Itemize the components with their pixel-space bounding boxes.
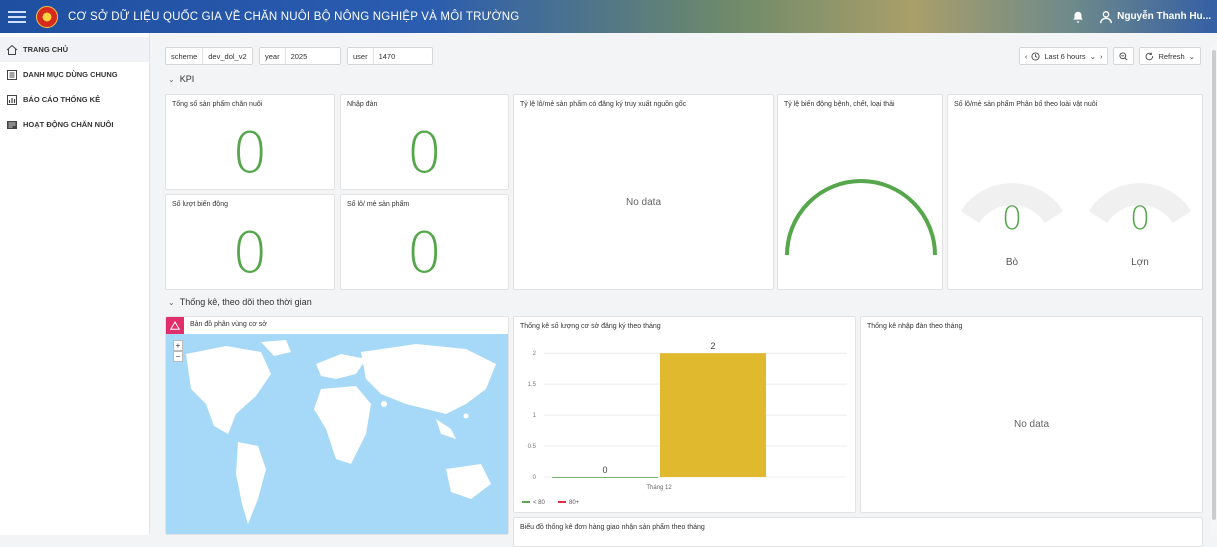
legend-label: 80+ <box>569 500 580 506</box>
bar <box>552 477 658 478</box>
zoom-out-button[interactable] <box>1113 47 1135 65</box>
home-icon <box>6 44 18 55</box>
stat-value: 0 <box>232 221 268 286</box>
user-icon[interactable] <box>1099 10 1113 24</box>
variable-year[interactable]: year 2025 <box>259 47 341 65</box>
stat-batches: Số lô/ mẻ sản phẩm 0 <box>340 194 509 290</box>
clock-icon <box>1031 51 1040 61</box>
bar-value-label: 2 <box>710 341 715 351</box>
chevron-down-icon: ⌄ <box>168 74 175 84</box>
chevron-down-icon[interactable]: ⌄ <box>1189 52 1195 61</box>
stat-value: 0 <box>406 221 443 286</box>
national-emblem-logo <box>36 5 58 28</box>
stat-total-products: Tổng số sản phẩm chăn nuôi 0 <box>165 94 335 190</box>
legend-label: < 80 <box>533 500 546 506</box>
section-title: Thống kê, theo dõi theo thời gian <box>179 297 312 307</box>
gauge-value-bo: 0 <box>1001 199 1023 237</box>
bar-value-label: 0 <box>602 465 607 475</box>
sidebar-item-label: TRANG CHỦ <box>23 45 68 54</box>
time-range-label: Last 6 hours <box>1044 51 1086 61</box>
time-controls: ‹ Last 6 hours ⌄ › Refresh ⌄ <box>1018 47 1201 65</box>
panel-fluctuation-rate: Tỷ lệ biến động bệnh, chết, loại thải <box>777 94 943 290</box>
refresh-icon <box>1146 52 1154 60</box>
stat-movements: Số lượt biến động 0 <box>165 194 335 290</box>
variable-scheme[interactable]: scheme dev_dol_v2 <box>165 47 253 65</box>
sidebar-item-common-catalog[interactable]: DANH MỤC DÙNG CHUNG <box>0 62 149 87</box>
y-tick-label: 1.5 <box>528 382 537 388</box>
sidebar-item-label: DANH MỤC DÙNG CHUNG <box>23 70 118 79</box>
y-tick-label: 0.5 <box>528 444 537 450</box>
chevron-right-icon[interactable]: › <box>1100 52 1103 61</box>
panel-species-distribution: Số lô/mẻ sản phẩm Phân bố theo loài vật … <box>947 94 1203 290</box>
time-range-picker[interactable]: ‹ Last 6 hours ⌄ › <box>1018 47 1109 65</box>
activity-icon <box>7 120 17 129</box>
gauge-label-lon: Lợn <box>1131 257 1149 268</box>
panel-map: Bản đồ phân vùng cơ sở + − <box>165 316 509 535</box>
stat-value: 0 <box>232 121 268 186</box>
bell-icon[interactable] <box>1071 10 1085 24</box>
report-icon <box>7 94 17 105</box>
variable-value[interactable]: 2025 <box>286 48 313 64</box>
variable-key: scheme <box>166 48 204 64</box>
refresh-label: Refresh <box>1158 51 1185 61</box>
y-tick-label: 2 <box>533 351 537 357</box>
no-data-text: No data <box>625 197 662 208</box>
top-bar: CƠ SỞ DỮ LIỆU QUỐC GIA VỀ CHĂN NUÔI BỘ N… <box>0 0 1217 33</box>
panel-import-monthly: Thống kê nhập đàn theo tháng No data <box>860 316 1203 513</box>
y-tick-label: 0 <box>533 475 537 481</box>
variable-user[interactable]: user 1470 <box>347 47 433 65</box>
panel-registrations-chart: Thống kê số lượng cơ sở đăng ký theo thá… <box>513 316 856 513</box>
section-kpi[interactable]: ⌄ KPI <box>168 74 194 84</box>
sidebar-item-label: BÁO CÁO THỐNG KÊ <box>23 95 101 104</box>
dashboard: scheme dev_dol_v2 year 2025 user 1470 ‹ … <box>165 40 1205 547</box>
app-title: CƠ SỞ DỮ LIỆU QUỐC GIA VỀ CHĂN NUÔI BỘ N… <box>68 10 520 23</box>
world-map[interactable]: + − <box>166 334 508 534</box>
alert-icon[interactable] <box>166 317 184 334</box>
x-tick-label: Tháng 12 <box>646 485 672 491</box>
panel-title: Thống kê nhập đàn theo tháng <box>867 323 963 330</box>
variable-bar: scheme dev_dol_v2 year 2025 user 1470 <box>165 47 433 65</box>
sidebar-item-reports[interactable]: BÁO CÁO THỐNG KÊ <box>0 87 149 112</box>
bar-chart: 0 0.5 1 1.5 2 0 2 Tháng 12 < 80 80+ <box>522 341 847 506</box>
no-data-text: No data <box>1013 419 1050 430</box>
panel-title: Số lô/ mẻ sản phẩm <box>347 201 410 208</box>
stat-value: 0 <box>406 121 443 186</box>
zoom-out-icon <box>1119 51 1128 60</box>
sidebar: TRANG CHỦ DANH MỤC DÙNG CHUNG BÁO CÁO TH… <box>0 33 150 535</box>
variable-value[interactable]: dev_dol_v2 <box>203 48 251 64</box>
panel-traceability: Tỷ lệ lô/mẻ sản phẩm có đăng ký truy xuấ… <box>513 94 774 290</box>
scrollbar-thumb[interactable] <box>1212 50 1216 520</box>
variable-value[interactable]: 1470 <box>374 48 401 64</box>
variable-key: user <box>348 48 374 64</box>
bar <box>660 353 766 477</box>
panel-title: Biểu đồ thống kê đơn hàng giao nhận sản … <box>520 524 705 531</box>
panel-title: Nhập đàn <box>347 101 378 108</box>
panel-title: Tỷ lệ lô/mẻ sản phẩm có đăng ký truy xuấ… <box>520 101 687 108</box>
refresh-button[interactable]: Refresh ⌄ <box>1139 47 1201 65</box>
chevron-down-icon: ⌄ <box>1089 51 1096 61</box>
user-name[interactable]: Nguyễn Thanh Hu... <box>1117 11 1211 22</box>
panel-orders-chart: Biểu đồ thống kê đơn hàng giao nhận sản … <box>513 517 1203 547</box>
zoom-out-button[interactable]: − <box>173 351 183 362</box>
y-tick-label: 1 <box>533 413 537 419</box>
variable-key: year <box>260 48 286 64</box>
sidebar-item-livestock-activity[interactable]: HOẠT ĐỘNG CHĂN NUÔI <box>0 112 149 137</box>
sidebar-item-home[interactable]: TRANG CHỦ <box>0 37 149 62</box>
chevron-down-icon: ⌄ <box>168 297 175 307</box>
menu-icon[interactable] <box>8 10 26 23</box>
list-icon <box>7 69 17 80</box>
stat-import-herd: Nhập đàn 0 <box>340 94 509 190</box>
gauge-value-lon: 0 <box>1129 199 1151 237</box>
gauge-label-bo: Bò <box>1005 257 1019 268</box>
section-timeline[interactable]: ⌄ Thống kê, theo dõi theo thời gian <box>168 297 312 307</box>
sidebar-item-label: HOẠT ĐỘNG CHĂN NUÔI <box>23 120 114 129</box>
zoom-in-button[interactable]: + <box>173 340 183 351</box>
panel-title: Tổng số sản phẩm chăn nuôi <box>172 101 263 108</box>
section-title: KPI <box>179 74 195 84</box>
page-scrollbar[interactable] <box>1211 45 1217 535</box>
panel-title: Bản đồ phân vùng cơ sở <box>190 321 267 328</box>
panel-title: Số lượt biến động <box>172 201 228 208</box>
chevron-left-icon[interactable]: ‹ <box>1025 52 1028 61</box>
gauge-arc <box>785 179 937 256</box>
